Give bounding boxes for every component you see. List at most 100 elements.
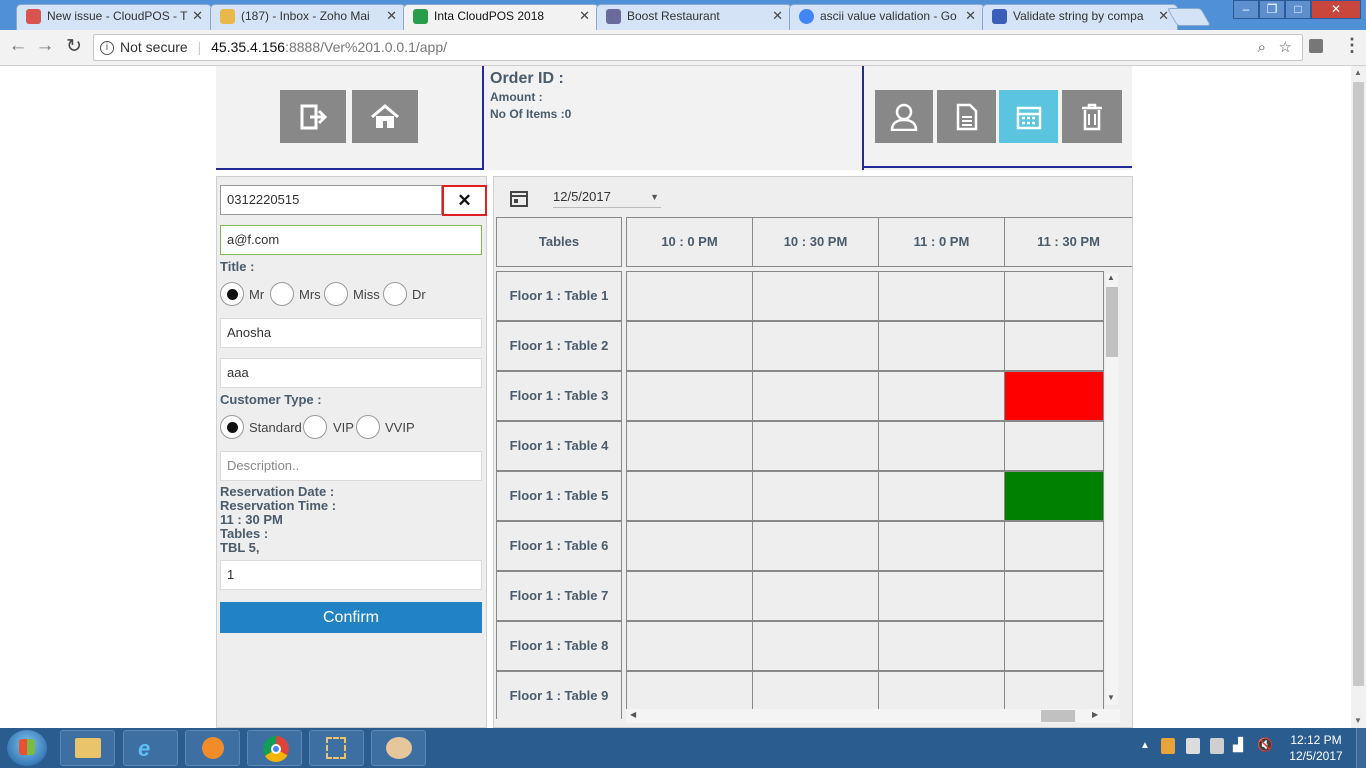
time-slot[interactable] (878, 271, 1005, 321)
time-slot[interactable] (752, 471, 879, 521)
taskbar-chrome[interactable] (247, 730, 302, 766)
scroll-left-icon[interactable]: ◀ (630, 710, 636, 719)
taskbar-media-player[interactable] (185, 730, 240, 766)
tab-new-issue[interactable]: New issue - CloudPOS - T ✕ (16, 4, 212, 30)
time-slot[interactable] (752, 421, 879, 471)
maximize-button[interactable]: □ (1285, 0, 1311, 19)
time-slot[interactable] (878, 371, 1005, 421)
time-slot[interactable] (1004, 421, 1104, 471)
date-select[interactable]: 12/5/2017 ▼ (553, 186, 661, 208)
first-name-input[interactable]: Anosha (220, 318, 482, 348)
customer-type-radio-vip[interactable] (303, 415, 327, 439)
invoice-button[interactable] (937, 90, 996, 143)
time-slot[interactable] (626, 621, 753, 671)
description-input[interactable]: Description.. (220, 451, 482, 481)
tab-boost-restaurant[interactable]: Boost Restaurant ✕ (596, 4, 792, 30)
reservation-button[interactable] (999, 90, 1058, 143)
time-slot[interactable] (878, 321, 1005, 371)
bookmark-star-icon[interactable]: ☆ (1279, 35, 1292, 60)
customer-button[interactable] (875, 90, 933, 143)
close-tab-icon[interactable]: ✕ (579, 5, 590, 27)
time-slot[interactable] (1004, 271, 1104, 321)
title-radio-miss[interactable] (324, 282, 348, 306)
time-slot[interactable] (878, 571, 1005, 621)
time-slot[interactable] (752, 321, 879, 371)
extension-icon[interactable] (1309, 39, 1323, 53)
scroll-right-icon[interactable]: ▶ (1092, 710, 1098, 719)
device-icon[interactable] (1210, 738, 1224, 754)
confirm-button[interactable]: Confirm (220, 602, 482, 633)
restore-button[interactable]: ❐ (1259, 0, 1285, 19)
page-scroll-down-icon[interactable]: ▼ (1354, 716, 1362, 725)
taskbar-explorer[interactable] (60, 730, 115, 766)
time-slot[interactable] (752, 371, 879, 421)
taskbar-paint[interactable] (371, 730, 426, 766)
time-slot[interactable] (626, 321, 753, 371)
calendar-icon[interactable] (510, 189, 528, 207)
network-signal-icon[interactable]: ▟ (1233, 737, 1243, 753)
title-radio-mrs[interactable] (270, 282, 294, 306)
forward-arrow-icon[interactable]: → (33, 35, 57, 57)
scroll-down-icon[interactable]: ▼ (1107, 693, 1115, 702)
vertical-scroll-thumb[interactable] (1106, 287, 1118, 357)
time-slot[interactable] (752, 271, 879, 321)
start-button[interactable] (7, 730, 47, 766)
time-slot[interactable] (626, 521, 753, 571)
phone-input[interactable]: 0312220515 (220, 185, 442, 215)
time-slot[interactable] (878, 621, 1005, 671)
title-radio-mr[interactable] (220, 282, 244, 306)
logout-button[interactable] (280, 90, 346, 143)
menu-dots-icon[interactable]: ⋮ (1343, 35, 1361, 56)
show-hidden-icons-icon[interactable]: ▲ (1140, 740, 1150, 751)
time-slot[interactable] (1004, 571, 1104, 621)
time-slot[interactable] (878, 471, 1005, 521)
slot-booked[interactable] (1004, 371, 1104, 421)
close-window-button[interactable]: ✕ (1311, 0, 1361, 19)
close-tab-icon[interactable]: ✕ (386, 5, 397, 27)
close-tab-icon[interactable]: ✕ (965, 5, 976, 27)
page-scroll-up-icon[interactable]: ▲ (1354, 68, 1362, 77)
time-slot[interactable] (626, 371, 753, 421)
close-tab-icon[interactable]: ✕ (772, 5, 783, 27)
vertical-scrollbar[interactable]: ▲ ▼ (1106, 273, 1118, 705)
action-center-flag-icon[interactable] (1186, 738, 1200, 754)
delete-button[interactable] (1062, 90, 1122, 143)
minimize-button[interactable]: – (1233, 0, 1259, 19)
customer-type-radio-vvip[interactable] (356, 415, 380, 439)
back-arrow-icon[interactable]: ← (6, 35, 30, 57)
taskbar-internet-explorer[interactable]: e (123, 730, 178, 766)
page-scroll-thumb[interactable] (1353, 82, 1364, 686)
time-slot[interactable] (752, 521, 879, 571)
time-slot[interactable] (878, 421, 1005, 471)
zoom-icon[interactable]: ⌕ (1258, 35, 1266, 60)
email-input[interactable]: a@f.com (220, 225, 482, 255)
guest-count-input[interactable]: 1 (220, 560, 482, 590)
taskbar-snipping-tool[interactable] (309, 730, 364, 766)
tab-validate-string[interactable]: Validate string by compa ✕ (982, 4, 1178, 30)
horizontal-scroll-thumb[interactable] (1041, 710, 1075, 722)
time-slot[interactable] (1004, 621, 1104, 671)
tray-app-icon[interactable] (1161, 738, 1175, 754)
tab-inta-cloudpos[interactable]: Inta CloudPOS 2018 ✕ (403, 4, 599, 30)
clock[interactable]: 12:12 PM 12/5/2017 (1281, 732, 1351, 764)
time-slot[interactable] (626, 271, 753, 321)
close-tab-icon[interactable]: ✕ (192, 5, 203, 27)
slot-selected[interactable] (1004, 471, 1104, 521)
time-slot[interactable] (626, 571, 753, 621)
clear-phone-button[interactable]: ✕ (442, 185, 487, 216)
volume-icon[interactable]: 🔇 (1257, 737, 1273, 753)
customer-type-radio-standard[interactable] (220, 415, 244, 439)
info-icon[interactable]: i (100, 41, 114, 55)
reload-icon[interactable]: ↻ (62, 35, 86, 58)
time-slot[interactable] (626, 471, 753, 521)
time-slot[interactable] (752, 571, 879, 621)
time-slot[interactable] (752, 621, 879, 671)
show-desktop-button[interactable] (1356, 728, 1366, 768)
home-button[interactable] (352, 90, 418, 143)
last-name-input[interactable]: aaa (220, 358, 482, 388)
scroll-up-icon[interactable]: ▲ (1107, 273, 1115, 282)
tab-ascii-validation[interactable]: ascii value validation - Go ✕ (789, 4, 985, 30)
address-bar[interactable]: i Not secure | 45.35.4.156:8888/Ver%201.… (93, 34, 1303, 61)
tab-inbox[interactable]: (187) - Inbox - Zoho Mai ✕ (210, 4, 406, 30)
page-scrollbar[interactable]: ▲ ▼ (1351, 66, 1366, 728)
